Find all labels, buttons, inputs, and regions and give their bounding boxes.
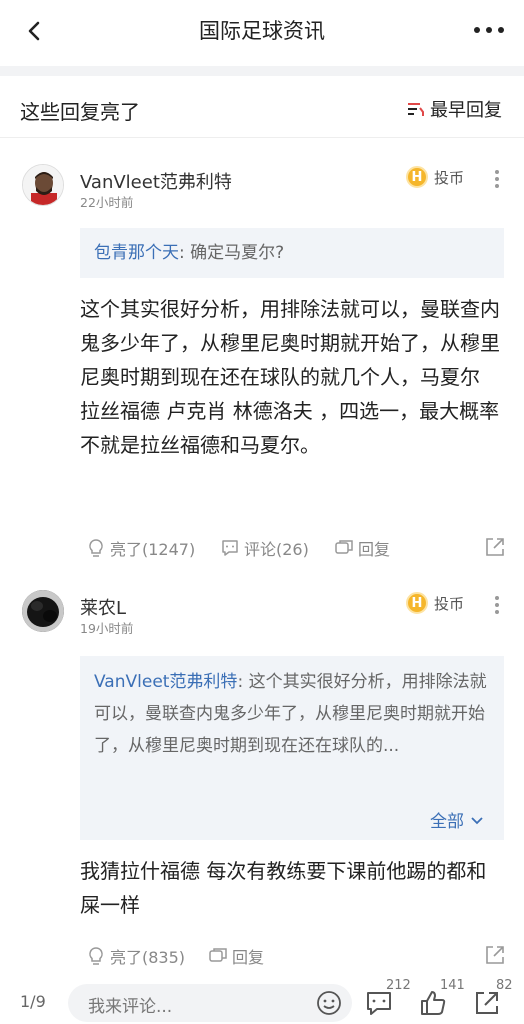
comment-label: 评论(26) — [244, 540, 309, 559]
reply-button[interactable]: 回复 — [208, 944, 264, 968]
section-title: 这些回复亮了 — [20, 100, 140, 124]
section-divider — [0, 66, 524, 76]
share-count: 82 — [496, 978, 513, 993]
chevron-down-icon — [471, 816, 483, 824]
comment-actions: 亮了(1247) 评论(26) 回复 — [86, 536, 506, 560]
like-label: 亮了(835) — [110, 948, 186, 967]
comment-icon — [222, 540, 238, 556]
reply-label: 回复 — [358, 540, 391, 559]
more-vertical-icon[interactable] — [494, 596, 500, 616]
username[interactable]: VanVleet范弗利特 — [80, 168, 232, 194]
quoted-username[interactable]: VanVleet范弗利特 — [94, 672, 237, 692]
sort-button[interactable]: 最早回复 — [406, 96, 502, 122]
coin-label: 投币 — [433, 594, 464, 613]
comment-count: 212 — [386, 978, 411, 993]
comment-body: 我猜拉什福德 每次有教练要下课前他踢的都和屎一样 — [80, 859, 487, 917]
coin-icon: H — [405, 166, 428, 188]
like-button[interactable]: 亮了(1247) — [86, 536, 195, 560]
reply-icon — [335, 540, 353, 554]
sort-icon — [408, 103, 424, 116]
top-bar: 国际足球资讯 — [0, 0, 524, 62]
coin-label: 投币 — [433, 168, 464, 187]
reply-label: 回复 — [232, 948, 265, 967]
section-header: 这些回复亮了 最早回复 — [0, 76, 524, 138]
page-title: 国际足球资讯 — [199, 19, 325, 43]
comment-input-placeholder: 我来评论... — [88, 997, 173, 1017]
comment-actions: 亮了(835) 回复 — [86, 944, 506, 968]
share-icon[interactable] — [484, 944, 506, 966]
like-count: 141 — [440, 978, 465, 993]
lightbulb-icon — [89, 947, 103, 965]
emoji-icon[interactable] — [316, 990, 342, 1016]
comment-body: 这个其实很好分析，用排除法就可以，曼联查内鬼多少年了，从穆里尼奥时期就开始了，从… — [80, 297, 500, 457]
timestamp: 19小时前 — [80, 621, 134, 636]
page-indicator: 1/9 — [20, 992, 46, 1011]
comment-input[interactable]: 我来评论... — [68, 984, 352, 1022]
comment-item: VanVleet范弗利特 22小时前 H 投币 包青那个天: 确定马夏尔? 这个… — [0, 138, 524, 578]
like-button[interactable]: 亮了(835) — [86, 944, 185, 968]
reply-button[interactable]: 回复 — [334, 536, 390, 560]
avatar[interactable] — [22, 590, 64, 632]
quoted-username[interactable]: 包青那个天 — [94, 243, 179, 263]
quoted-reply: 包青那个天: 确定马夏尔? — [80, 228, 504, 278]
quoted-reply: VanVleet范弗利特: 这个其实很好分析，用排除法就可以，曼联查内鬼多少年了… — [80, 656, 504, 840]
more-options-icon[interactable] — [472, 16, 506, 44]
coin-button[interactable]: H 投币 — [405, 592, 464, 614]
user-avatar-icon — [22, 590, 64, 632]
sort-label: 最早回复 — [430, 100, 502, 121]
user-avatar-icon — [23, 165, 63, 205]
more-vertical-icon[interactable] — [494, 170, 500, 190]
bottom-bar: 1/9 我来评论... 212 141 82 — [0, 978, 524, 1024]
expand-all-button[interactable]: 全部 — [430, 807, 484, 832]
expand-label: 全部 — [430, 812, 464, 832]
comment-button[interactable]: 评论(26) — [220, 536, 309, 560]
avatar[interactable] — [22, 164, 64, 206]
like-label: 亮了(1247) — [110, 540, 196, 559]
comment-item: 莱农L 19小时前 H 投币 VanVleet范弗利特: 这个其实很好分析，用排… — [0, 578, 524, 978]
timestamp: 22小时前 — [80, 195, 134, 210]
coin-icon: H — [405, 592, 428, 614]
lightbulb-icon — [89, 539, 103, 557]
quoted-text: : 确定马夏尔? — [179, 243, 285, 263]
reply-icon — [209, 948, 227, 962]
username[interactable]: 莱农L — [80, 594, 126, 620]
coin-button[interactable]: H 投币 — [405, 166, 464, 188]
share-icon[interactable] — [484, 536, 506, 558]
